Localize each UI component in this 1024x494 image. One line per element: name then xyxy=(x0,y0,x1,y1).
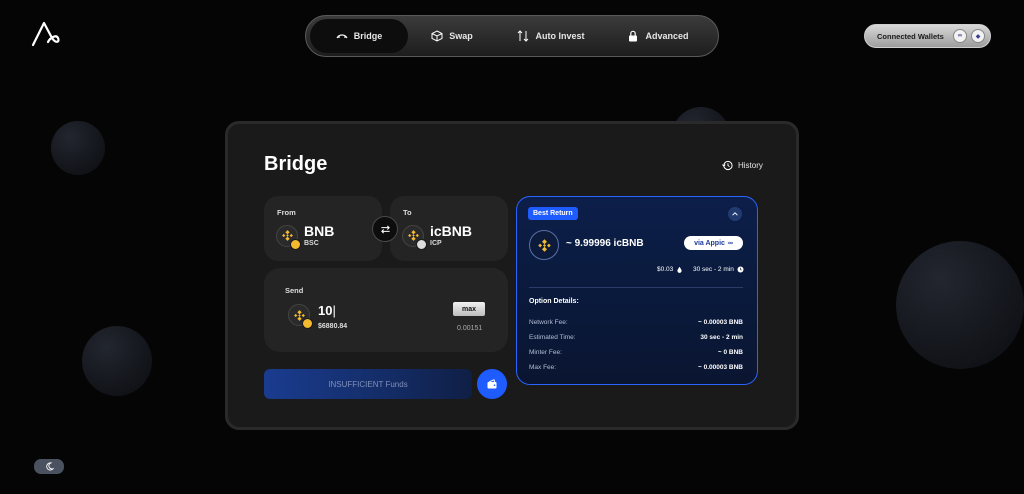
main-nav: Bridge Swap Auto Invest Advanced xyxy=(305,15,719,57)
via-label: via Appic xyxy=(694,239,725,247)
connected-wallets-label: Connected Wallets xyxy=(877,31,944,41)
background-orb xyxy=(82,326,152,396)
detail-row: Max Fee: ~ 0.00003 BNB xyxy=(529,364,743,371)
return-amount: ~ 9.99996 icBNB xyxy=(566,238,644,249)
token-balance: 0.00151 xyxy=(457,325,483,332)
bsc-chain-icon xyxy=(302,318,313,329)
clock-icon xyxy=(737,266,744,273)
icp-chain-icon xyxy=(416,238,427,250)
detail-label: Estimated Time: xyxy=(529,334,576,341)
send-amount-input[interactable]: 10| xyxy=(318,303,336,318)
wallet-icon xyxy=(487,379,497,389)
theme-toggle[interactable] xyxy=(34,459,64,474)
time-short: 30 sec - 2 min xyxy=(693,266,734,273)
bsc-chain-icon xyxy=(290,238,301,250)
text-cursor: | xyxy=(332,303,336,318)
lock-icon xyxy=(629,30,638,42)
to-token-selector[interactable]: To icBNB ICP xyxy=(390,196,508,261)
tab-label: Bridge xyxy=(353,31,383,41)
moon-icon xyxy=(45,462,54,471)
cube-icon xyxy=(431,30,443,42)
arrows-icon xyxy=(518,30,529,42)
detail-label: Network Fee: xyxy=(529,319,568,326)
background-orb xyxy=(896,241,1024,369)
detail-value: ~ 0.00003 BNB xyxy=(698,319,743,326)
tab-swap[interactable]: Swap xyxy=(412,19,492,53)
to-token-name: icBNB xyxy=(430,223,473,239)
detail-value: 30 sec - 2 min xyxy=(700,334,743,341)
from-token-name: BNB xyxy=(304,223,335,239)
time-summary: 30 sec - 2 min xyxy=(693,266,744,273)
detail-row: Network Fee: ~ 0.00003 BNB xyxy=(529,319,743,326)
send-panel: Send 10| $6880.84 max 0.00151 xyxy=(264,268,508,352)
fee-summary: $0.03 xyxy=(657,266,683,273)
send-amount-value: 10 xyxy=(318,303,333,318)
detail-row: Minter Fee: ~ 0 BNB xyxy=(529,349,743,356)
icp-wallet-icon: ∞ xyxy=(953,29,967,43)
from-token-selector[interactable]: From BNB BSC xyxy=(264,196,382,261)
connected-wallets-button[interactable]: Connected Wallets ∞ ◆ xyxy=(864,24,991,48)
icbnb-token-icon xyxy=(402,224,427,250)
best-return-badge: Best Return xyxy=(528,207,578,220)
bridge-icon xyxy=(336,34,348,39)
detail-row: Estimated Time: 30 sec - 2 min xyxy=(529,334,743,341)
detail-label: Max Fee: xyxy=(529,364,557,371)
wallet-button[interactable] xyxy=(477,369,507,399)
collapse-button[interactable] xyxy=(728,207,742,221)
ethereum-wallet-icon: ◆ xyxy=(971,29,985,43)
tab-label: Auto Invest xyxy=(535,31,585,41)
to-caption: To xyxy=(403,208,412,217)
background-orb xyxy=(51,121,105,175)
tab-label: Advanced xyxy=(645,31,689,41)
bnb-token-icon xyxy=(288,304,313,329)
fee-short: $0.03 xyxy=(657,266,674,273)
chevron-up-icon xyxy=(732,212,738,216)
app-logo-icon[interactable] xyxy=(30,20,62,48)
swap-arrows-icon xyxy=(380,224,390,234)
history-label: History xyxy=(738,161,763,170)
submit-button[interactable]: INSUFFICIENT Funds xyxy=(264,369,472,399)
icbnb-token-icon xyxy=(529,230,559,260)
detail-value: ~ 0 BNB xyxy=(717,349,743,356)
detail-label: Minter Fee: xyxy=(529,349,562,356)
bnb-token-icon xyxy=(276,224,301,250)
tab-advanced[interactable]: Advanced xyxy=(610,19,706,53)
tab-label: Swap xyxy=(449,31,473,41)
swap-direction-button[interactable] xyxy=(372,216,398,242)
best-return-panel[interactable]: Best Return ~ 9.99996 icBNB via Appic ∞ … xyxy=(516,196,758,385)
via-appic-button[interactable]: via Appic ∞ xyxy=(684,236,743,250)
option-details-title: Option Details: xyxy=(529,298,579,305)
detail-value: ~ 0.00003 BNB xyxy=(698,364,743,371)
to-chain-name: ICP xyxy=(430,240,442,247)
from-chain-name: BSC xyxy=(304,240,319,247)
bridge-card: Bridge History From BNB BSC To icBNB ICP… xyxy=(225,121,799,430)
send-usd-value: $6880.84 xyxy=(318,323,348,330)
tab-bridge[interactable]: Bridge xyxy=(310,19,408,53)
gas-drop-icon xyxy=(677,266,682,273)
infinity-icon: ∞ xyxy=(727,239,733,247)
tab-auto-invest[interactable]: Auto Invest xyxy=(496,19,606,53)
from-caption: From xyxy=(277,208,296,217)
history-icon xyxy=(722,160,733,171)
send-caption: Send xyxy=(285,286,304,295)
history-button[interactable]: History xyxy=(722,160,763,171)
page-title: Bridge xyxy=(264,153,328,175)
divider xyxy=(529,287,743,288)
max-button[interactable]: max xyxy=(453,302,485,316)
